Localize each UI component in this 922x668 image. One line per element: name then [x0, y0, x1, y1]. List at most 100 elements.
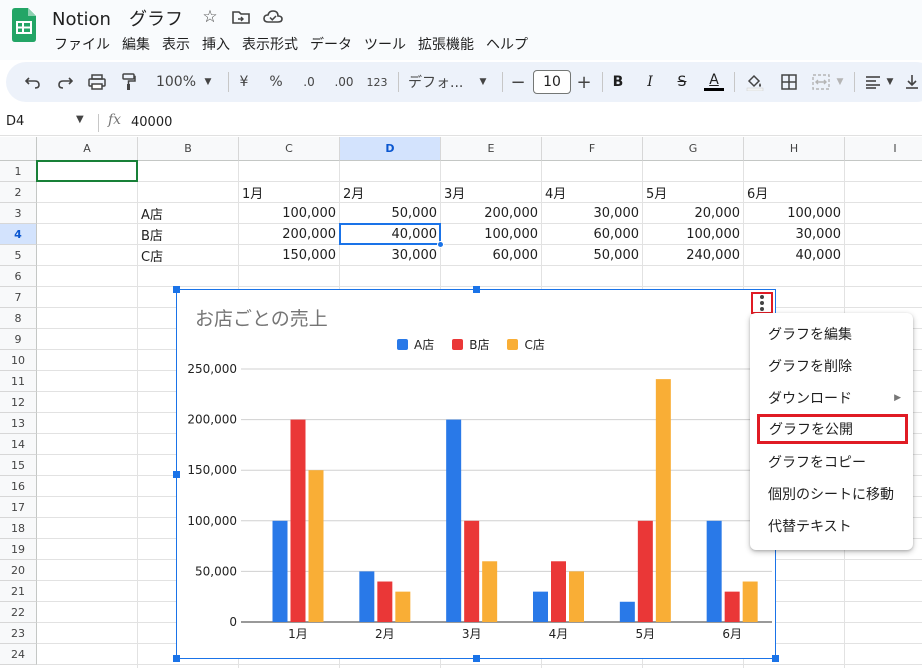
row-header[interactable]: 6 — [0, 266, 37, 287]
bar[interactable] — [533, 591, 548, 622]
row-header[interactable]: 9 — [0, 329, 37, 350]
cell-store-label[interactable]: B店 — [138, 224, 239, 245]
menu-item-alt-text[interactable]: 代替テキスト — [750, 511, 913, 541]
row-header[interactable]: 23 — [0, 623, 37, 644]
bar[interactable] — [446, 419, 462, 622]
italic-button[interactable]: I — [640, 62, 660, 102]
cell-value[interactable]: 60,000 — [441, 245, 541, 266]
resize-handle[interactable] — [473, 655, 480, 662]
cell-value[interactable]: 200,000 — [441, 203, 541, 224]
column-header[interactable]: H — [744, 137, 845, 161]
document-title[interactable]: Notion グラフ — [52, 5, 183, 31]
zoom-caret-icon[interactable]: ▼ — [202, 62, 214, 102]
percent-button[interactable]: % — [266, 62, 286, 102]
formula-input[interactable]: 40000 — [131, 115, 172, 130]
sheets-logo-icon[interactable] — [12, 8, 36, 42]
cell-month-header[interactable]: 1月 — [239, 182, 340, 203]
bar[interactable] — [308, 470, 324, 622]
bar[interactable] — [655, 379, 671, 622]
fill-color-icon[interactable] — [744, 62, 766, 102]
resize-handle[interactable] — [772, 655, 779, 662]
row-header[interactable]: 14 — [0, 434, 37, 455]
row-header[interactable]: 19 — [0, 539, 37, 560]
vertical-align-icon[interactable] — [904, 62, 920, 102]
row-header[interactable]: 12 — [0, 392, 37, 413]
cell-value[interactable]: 240,000 — [643, 245, 743, 266]
font-size-decrease-button[interactable]: − — [508, 62, 528, 102]
chart-container[interactable]: お店ごとの売上 A店 B店 C店 0 50,000 100,000 150,000 20… — [173, 286, 779, 662]
row-header[interactable]: 8 — [0, 308, 37, 329]
currency-button[interactable]: ¥ — [234, 62, 254, 102]
bar[interactable] — [290, 419, 306, 622]
font-size-increase-button[interactable]: + — [574, 62, 594, 102]
menu-item-edit-chart[interactable]: グラフを編集 — [750, 319, 913, 349]
cell-value[interactable]: 30,000 — [340, 245, 440, 266]
row-header[interactable]: 4 — [0, 224, 37, 245]
merge-cells-icon[interactable] — [810, 62, 832, 102]
cell-value[interactable]: 100,000 — [239, 203, 339, 224]
resize-handle[interactable] — [173, 471, 180, 478]
row-header[interactable]: 2 — [0, 182, 37, 203]
column-header[interactable]: I — [845, 137, 922, 161]
bar[interactable] — [706, 520, 722, 622]
cloud-saved-icon[interactable] — [262, 6, 284, 28]
cell-value[interactable]: 100,000 — [643, 224, 743, 245]
resize-handle[interactable] — [473, 286, 480, 293]
bar[interactable] — [742, 581, 758, 622]
bar[interactable] — [569, 571, 584, 622]
bar[interactable] — [551, 561, 566, 622]
cell-value[interactable]: 150,000 — [239, 245, 339, 266]
menu-item-publish-chart[interactable]: グラフを公開 — [757, 414, 908, 444]
bar[interactable] — [619, 601, 635, 622]
menu-extensions[interactable]: 拡張機能 — [414, 32, 482, 54]
bar[interactable] — [377, 581, 393, 622]
redo-icon[interactable] — [54, 62, 76, 102]
column-header[interactable]: A — [37, 137, 138, 161]
row-header[interactable]: 3 — [0, 203, 37, 224]
cell-value[interactable]: 60,000 — [542, 224, 642, 245]
row-header[interactable]: 15 — [0, 455, 37, 476]
move-folder-icon[interactable] — [230, 6, 252, 28]
align-caret-icon[interactable]: ▼ — [884, 62, 896, 102]
row-header[interactable]: 20 — [0, 560, 37, 581]
cell-month-header[interactable]: 5月 — [643, 182, 744, 203]
menu-file[interactable]: ファイル — [50, 32, 118, 54]
row-header[interactable]: 7 — [0, 287, 37, 308]
bar[interactable] — [395, 591, 411, 622]
cell-value[interactable]: 200,000 — [239, 224, 339, 245]
cell-value[interactable]: 100,000 — [744, 203, 844, 224]
cell-month-header[interactable]: 4月 — [542, 182, 643, 203]
cell-value[interactable]: 50,000 — [542, 245, 642, 266]
row-header[interactable]: 18 — [0, 518, 37, 539]
decrease-decimal-button[interactable]: .0 — [296, 62, 322, 102]
strikethrough-button[interactable]: S — [672, 62, 692, 102]
row-header[interactable]: 24 — [0, 644, 37, 665]
column-header[interactable]: B — [138, 137, 239, 161]
menu-tools[interactable]: ツール — [360, 32, 414, 54]
row-header[interactable]: 1 — [0, 161, 37, 182]
column-header[interactable]: F — [542, 137, 643, 161]
cell-month-header[interactable]: 2月 — [340, 182, 441, 203]
bold-button[interactable]: B — [608, 62, 628, 102]
row-header[interactable]: 13 — [0, 413, 37, 434]
column-header[interactable]: E — [441, 137, 542, 161]
select-all-corner[interactable] — [0, 137, 37, 161]
cell-value[interactable]: 30,000 — [542, 203, 642, 224]
row-header[interactable]: 17 — [0, 497, 37, 518]
increase-decimal-button[interactable]: .00 — [330, 62, 358, 102]
row-header[interactable]: 22 — [0, 602, 37, 623]
cell-value[interactable]: 20,000 — [643, 203, 743, 224]
name-box-caret-icon[interactable]: ▼ — [76, 114, 84, 125]
menu-item-move-to-sheet[interactable]: 個別のシートに移動 — [750, 479, 913, 509]
menu-edit[interactable]: 編集 — [118, 32, 158, 54]
row-header[interactable]: 11 — [0, 371, 37, 392]
bar[interactable] — [724, 591, 740, 622]
fill-handle[interactable] — [437, 241, 444, 248]
bar[interactable] — [464, 520, 480, 622]
cell-store-label[interactable]: C店 — [138, 245, 239, 266]
column-header[interactable]: G — [643, 137, 744, 161]
cell-store-label[interactable]: A店 — [138, 203, 239, 224]
name-box[interactable]: D4 — [6, 114, 24, 129]
cell-value[interactable]: 100,000 — [441, 224, 541, 245]
text-color-button[interactable]: A — [702, 62, 726, 102]
